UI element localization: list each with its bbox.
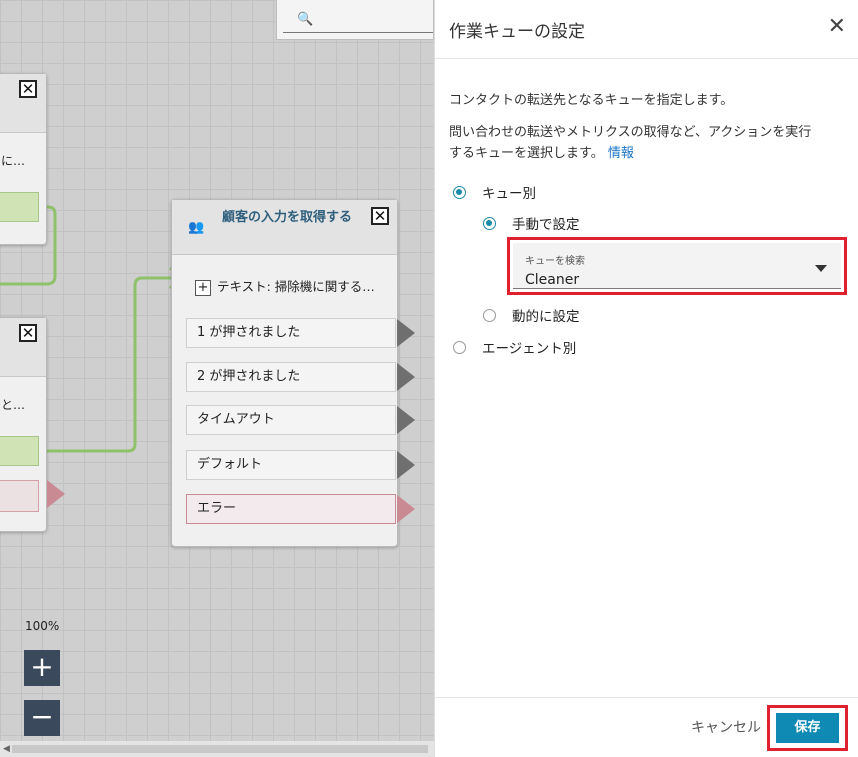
block-error-row <box>0 480 39 512</box>
radio-dot[interactable] <box>483 308 496 322</box>
branch-arrow-2[interactable] <box>397 363 415 391</box>
block-success-row <box>0 436 39 466</box>
panel-footer-divider <box>435 697 858 698</box>
select-label: キューを検索 <box>525 256 585 267</box>
get-customer-input-block[interactable]: 👥 顧客の入力を取得する ✕ + テキスト: 掃除機に関する… 1 が押されました… <box>171 199 398 547</box>
save-button-highlight: 保存 <box>767 705 848 751</box>
close-icon[interactable]: ✕ <box>19 324 37 342</box>
close-icon[interactable]: ✕ <box>19 80 37 98</box>
horizontal-scrollbar[interactable]: ◀ <box>0 741 434 757</box>
panel-title: 作業キューの設定 <box>449 22 585 42</box>
radio-label: キュー別 <box>482 186 536 202</box>
branch-arrow-timeout[interactable] <box>397 406 415 434</box>
cancel-button[interactable]: キャンセル <box>691 717 761 737</box>
chevron-down-icon[interactable] <box>815 265 827 272</box>
left-block-1[interactable]: ✕ に… <box>0 73 47 245</box>
zoom-out-button[interactable]: − <box>24 700 60 736</box>
radio-by-queue[interactable]: キュー別 <box>453 182 536 202</box>
branch-arrow-error[interactable] <box>397 495 415 523</box>
radio-label: 動的に設定 <box>512 309 580 325</box>
branch-default[interactable]: デフォルト <box>186 450 396 480</box>
radio-dot[interactable] <box>483 216 496 230</box>
branch-pressed-2[interactable]: 2 が押されました <box>186 362 396 392</box>
plus-icon[interactable]: + <box>195 279 211 296</box>
radio-dot[interactable] <box>453 185 466 199</box>
branch-arrow-1[interactable] <box>397 319 415 347</box>
radio-by-agent[interactable]: エージェント別 <box>453 337 576 357</box>
flow-canvas[interactable]: 🔍 ✕ に… ✕ と… 👥 顧客の入力を取得する ✕ + テキスト: 掃除機に関… <box>0 0 434 757</box>
panel-description-1: コンタクトの転送先となるキューを指定します。 <box>449 93 734 108</box>
block-title: 顧客の入力を取得する <box>222 210 353 225</box>
save-button[interactable]: 保存 <box>776 713 839 743</box>
branch-pressed-1[interactable]: 1 が押されました <box>186 318 396 348</box>
branch-error[interactable]: エラー <box>186 494 396 524</box>
close-icon[interactable]: ✕ <box>828 16 846 38</box>
block-success-row <box>0 192 39 222</box>
panel-description-2: 問い合わせの転送やメトリクスの取得など、アクションを実行 するキューを選択します… <box>449 122 811 164</box>
block-text: と… <box>1 398 26 412</box>
radio-dynamic[interactable]: 動的に設定 <box>483 305 580 325</box>
queue-search-select[interactable]: キューを検索 Cleaner <box>507 237 847 295</box>
prompt-text: テキスト: 掃除機に関する… <box>217 279 375 294</box>
description-line-2-text: するキューを選択します。 <box>449 146 604 161</box>
branch-arrow-default[interactable] <box>397 451 415 479</box>
prompt-row[interactable]: + テキスト: 掃除機に関する… <box>195 276 375 296</box>
set-working-queue-panel: 作業キューの設定 ✕ コンタクトの転送先となるキューを指定します。 問い合わせの… <box>434 0 858 757</box>
description-line-1: 問い合わせの転送やメトリクスの取得など、アクションを実行 <box>449 125 812 140</box>
block-text: に… <box>1 154 26 168</box>
divider <box>435 58 858 59</box>
error-arrow[interactable] <box>47 480 65 508</box>
zoom-level: 100% <box>25 619 60 633</box>
block-header: ✕ <box>0 74 46 133</box>
branch-timeout[interactable]: タイムアウト <box>186 405 396 435</box>
description-line-2: するキューを選択します。 情報 <box>449 143 811 164</box>
zoom-in-button[interactable]: + <box>24 650 60 686</box>
radio-manual[interactable]: 手動で設定 <box>483 213 580 233</box>
radio-label: エージェント別 <box>482 341 577 357</box>
block-header: ✕ <box>0 318 46 377</box>
info-link[interactable]: 情報 <box>608 146 634 161</box>
radio-label: 手動で設定 <box>512 217 580 233</box>
radio-dot[interactable] <box>453 340 466 354</box>
scroll-left-icon[interactable]: ◀ <box>3 744 10 754</box>
select-field[interactable]: キューを検索 Cleaner <box>513 243 841 289</box>
scrollbar-thumb[interactable] <box>12 745 428 753</box>
left-block-2[interactable]: ✕ と… <box>0 317 47 532</box>
block-header: 👥 顧客の入力を取得する ✕ <box>172 200 397 255</box>
users-route-icon: 👥 <box>188 220 205 235</box>
select-value: Cleaner <box>525 272 580 288</box>
close-icon[interactable]: ✕ <box>371 207 389 225</box>
